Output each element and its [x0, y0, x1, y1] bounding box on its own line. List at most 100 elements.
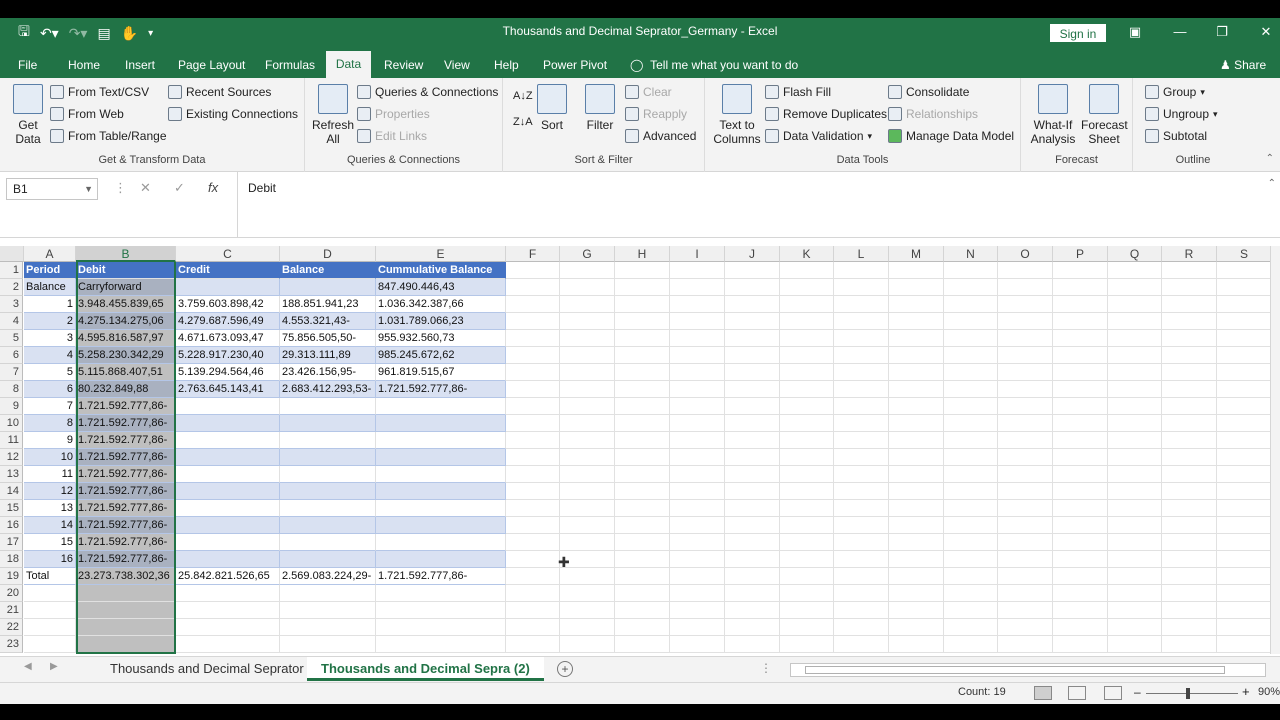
cell-empty[interactable]	[615, 466, 670, 483]
cell-c7[interactable]: 5.139.294.564,46	[176, 364, 280, 381]
cell-empty[interactable]	[1053, 432, 1108, 449]
cell-empty[interactable]	[998, 330, 1053, 347]
cell-d5[interactable]: 75.856.505,50-	[280, 330, 376, 347]
column-header-l[interactable]: L	[834, 246, 889, 262]
cell-empty[interactable]	[998, 432, 1053, 449]
cell-empty[interactable]	[1108, 602, 1162, 619]
column-header-f[interactable]: F	[506, 246, 560, 262]
row-header[interactable]: 3	[0, 296, 23, 313]
cell-empty[interactable]	[780, 279, 834, 296]
cell-c5[interactable]: 4.671.673.093,47	[176, 330, 280, 347]
tab-review[interactable]: Review	[378, 55, 429, 75]
cell-empty[interactable]	[506, 364, 560, 381]
cell-empty[interactable]	[998, 551, 1053, 568]
edit-links-button[interactable]: Edit Links	[357, 129, 427, 143]
cell-empty[interactable]	[998, 568, 1053, 585]
cell-empty[interactable]	[780, 551, 834, 568]
cell-empty[interactable]	[1108, 500, 1162, 517]
cell-empty[interactable]	[944, 534, 998, 551]
cell-c11[interactable]	[176, 432, 280, 449]
cell-empty[interactable]	[889, 500, 944, 517]
cell-empty[interactable]	[670, 568, 725, 585]
cell-e19[interactable]: 1.721.592.777,86-	[376, 568, 506, 585]
cell-empty[interactable]	[1162, 636, 1217, 653]
ribbon-display-options-icon[interactable]: ▣	[1125, 24, 1145, 40]
row-header[interactable]: 6	[0, 347, 23, 364]
column-header-j[interactable]: J	[725, 246, 780, 262]
cell-empty[interactable]	[889, 398, 944, 415]
cell-empty[interactable]	[670, 279, 725, 296]
cell-empty[interactable]	[944, 619, 998, 636]
column-header-d[interactable]: D	[280, 246, 376, 262]
cell-empty[interactable]	[1217, 636, 1270, 653]
cell-empty[interactable]	[506, 551, 560, 568]
cell-empty[interactable]	[560, 381, 615, 398]
cell-empty[interactable]	[506, 568, 560, 585]
cell-empty[interactable]	[889, 585, 944, 602]
row-header[interactable]: 1	[0, 262, 23, 279]
cell-d4[interactable]: 4.553.321,43-	[280, 313, 376, 330]
row-header[interactable]: 22	[0, 619, 23, 636]
cell-empty[interactable]	[670, 347, 725, 364]
cell-empty[interactable]	[560, 517, 615, 534]
cell-empty[interactable]	[1053, 636, 1108, 653]
cell-empty[interactable]	[998, 415, 1053, 432]
cell-empty[interactable]	[670, 296, 725, 313]
cell-empty[interactable]	[1217, 602, 1270, 619]
cell-empty[interactable]	[670, 636, 725, 653]
cell-empty[interactable]	[506, 602, 560, 619]
cell-c23[interactable]	[176, 636, 280, 653]
cell-empty[interactable]	[1108, 330, 1162, 347]
cell-empty[interactable]	[506, 449, 560, 466]
cell-e16[interactable]	[376, 517, 506, 534]
sort-az-icon[interactable]: A↓Z	[513, 90, 533, 102]
cell-empty[interactable]	[998, 398, 1053, 415]
cell-c19[interactable]: 25.842.821.526,65	[176, 568, 280, 585]
cell-empty[interactable]	[998, 313, 1053, 330]
cell-empty[interactable]	[834, 415, 889, 432]
cell-empty[interactable]	[1217, 313, 1270, 330]
minimize-icon[interactable]: —	[1170, 24, 1190, 39]
cell-empty[interactable]	[944, 415, 998, 432]
cell-empty[interactable]	[725, 585, 780, 602]
page-layout-view-icon[interactable]	[1068, 686, 1086, 700]
cell-empty[interactable]	[560, 347, 615, 364]
expand-formula-bar-icon[interactable]: ⌃	[1268, 178, 1276, 189]
cell-empty[interactable]	[1108, 449, 1162, 466]
existing-connections-button[interactable]: Existing Connections	[168, 107, 298, 121]
cell-empty[interactable]	[1217, 466, 1270, 483]
cell-empty[interactable]	[780, 466, 834, 483]
cell-empty[interactable]	[506, 466, 560, 483]
cell-empty[interactable]	[998, 534, 1053, 551]
cell-empty[interactable]	[725, 381, 780, 398]
column-header-n[interactable]: N	[944, 246, 998, 262]
cell-empty[interactable]	[944, 364, 998, 381]
cell-c18[interactable]	[176, 551, 280, 568]
cell-empty[interactable]	[889, 602, 944, 619]
cell-empty[interactable]	[1217, 483, 1270, 500]
cell-e22[interactable]	[376, 619, 506, 636]
cell-e2[interactable]: 847.490.446,43	[376, 279, 506, 296]
sort-button[interactable]: Sort	[537, 84, 567, 132]
cell-empty[interactable]	[725, 415, 780, 432]
row-header[interactable]: 9	[0, 398, 23, 415]
cell-empty[interactable]	[506, 313, 560, 330]
cell-empty[interactable]	[944, 262, 998, 279]
cell-empty[interactable]	[670, 483, 725, 500]
cell-a8[interactable]: 6	[24, 381, 76, 398]
cell-empty[interactable]	[560, 313, 615, 330]
cell-a1[interactable]: Period	[24, 262, 76, 279]
tab-file[interactable]: File	[12, 55, 43, 75]
column-header-a[interactable]: A	[24, 246, 76, 262]
cell-d6[interactable]: 29.313.111,89	[280, 347, 376, 364]
cell-empty[interactable]	[725, 636, 780, 653]
cell-empty[interactable]	[1217, 398, 1270, 415]
cell-empty[interactable]	[1217, 568, 1270, 585]
cell-empty[interactable]	[1053, 551, 1108, 568]
column-header-e[interactable]: E	[376, 246, 506, 262]
cell-empty[interactable]	[998, 466, 1053, 483]
cell-empty[interactable]	[944, 466, 998, 483]
cell-empty[interactable]	[1108, 619, 1162, 636]
column-header-s[interactable]: S	[1217, 246, 1270, 262]
cell-e7[interactable]: 961.819.515,67	[376, 364, 506, 381]
